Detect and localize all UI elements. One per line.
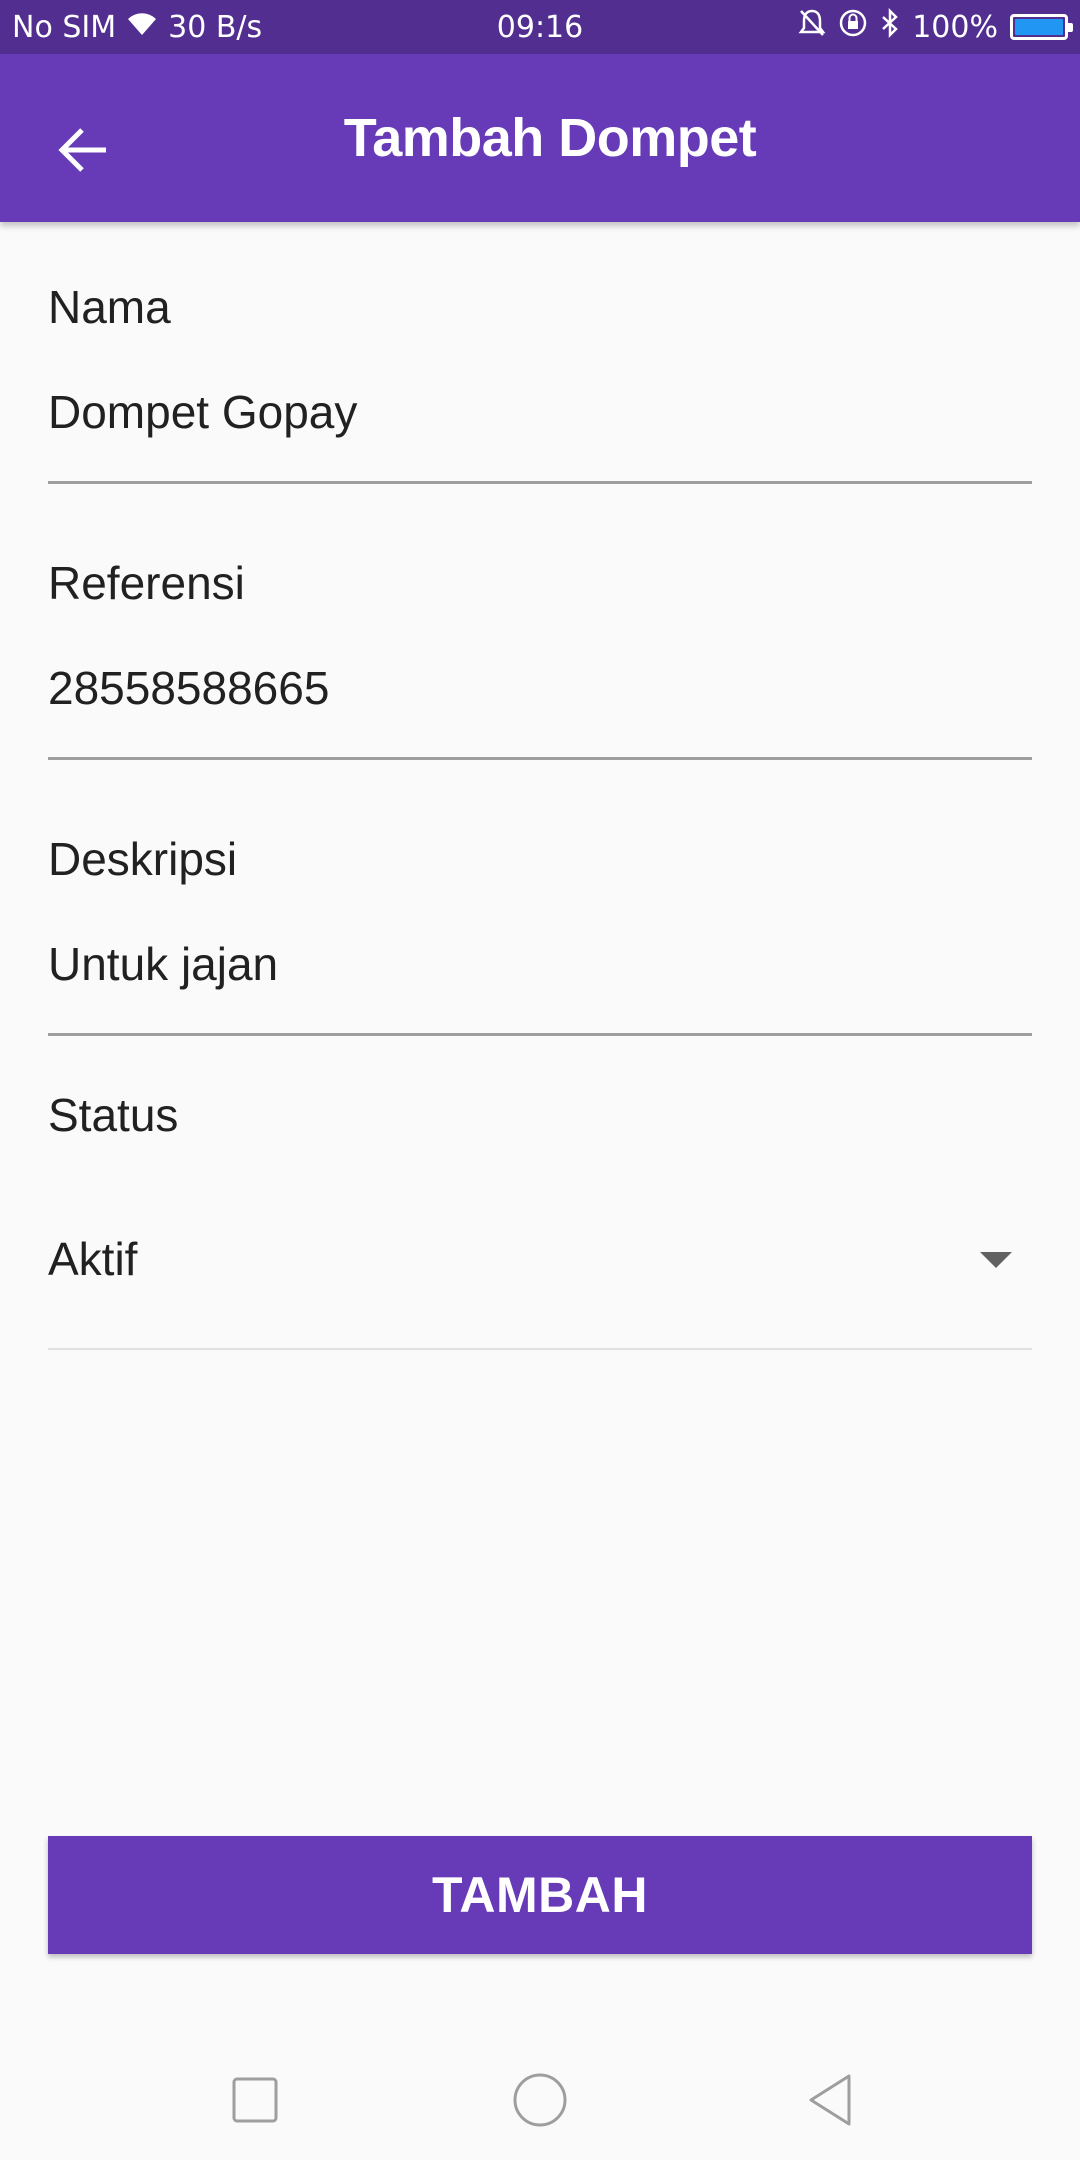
deskripsi-label: Deskripsi: [48, 833, 238, 885]
referensi-label: Referensi: [48, 557, 245, 609]
status-dropdown[interactable]: Aktif: [48, 1210, 1032, 1350]
nama-label: Nama: [48, 281, 171, 333]
nama-field: Nama: [48, 222, 1032, 498]
recent-apps-icon: [232, 2077, 278, 2123]
battery-level: [1015, 19, 1063, 35]
referensi-field: Referensi: [48, 498, 1032, 774]
deskripsi-field: Deskripsi: [48, 774, 1032, 1050]
nav-back-button[interactable]: [780, 2050, 880, 2150]
silent-icon: [798, 8, 826, 46]
referensi-input[interactable]: [48, 648, 1032, 728]
rotation-lock-icon: [838, 8, 868, 46]
wallet-form: Nama Referensi Deskripsi Status Aktif: [48, 222, 1032, 1350]
home-button[interactable]: [490, 2050, 590, 2150]
status-field: Status Aktif: [48, 1050, 1032, 1350]
status-right: 100%: [798, 0, 1073, 54]
system-nav-bar: [0, 2020, 1080, 2160]
status-underline: [48, 1348, 1032, 1350]
status-bar: No SIM 30 B/s 09:16 100%: [0, 0, 1080, 54]
tambah-button[interactable]: TAMBAH: [48, 1836, 1032, 1954]
bluetooth-icon: [880, 7, 900, 46]
back-icon: [809, 2074, 851, 2126]
nama-input[interactable]: [48, 372, 1032, 452]
status-selected-value: Aktif: [48, 1233, 138, 1285]
battery-percent-text: 100%: [912, 9, 998, 45]
home-icon: [513, 2073, 567, 2127]
status-label: Status: [48, 1089, 179, 1141]
nama-underline: [48, 481, 1032, 484]
battery-icon: [1010, 14, 1073, 40]
page-title: Tambah Dompet: [343, 108, 757, 168]
dropdown-arrow-icon: [980, 1252, 1012, 1268]
app-bar: Tambah Dompet: [0, 54, 1080, 222]
referensi-underline: [48, 757, 1032, 760]
recent-apps-button[interactable]: [205, 2050, 305, 2150]
deskripsi-underline: [48, 1033, 1032, 1036]
deskripsi-input[interactable]: [48, 924, 1032, 1004]
